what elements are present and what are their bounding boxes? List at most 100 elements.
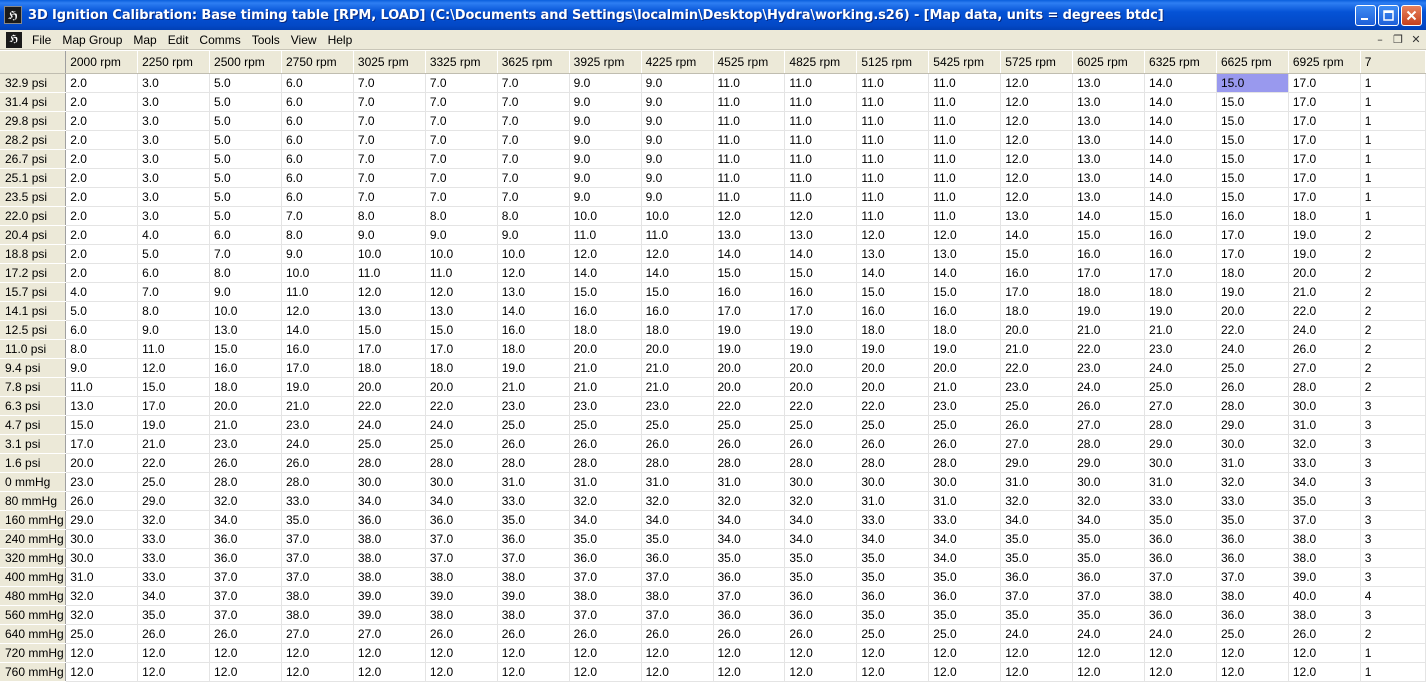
table-cell[interactable]: 22.0 bbox=[1072, 339, 1146, 359]
table-cell[interactable]: 13.0 bbox=[1072, 168, 1146, 188]
table-cell[interactable]: 11.0 bbox=[569, 225, 642, 245]
table-cell[interactable]: 3 bbox=[1360, 472, 1426, 492]
table-cell[interactable]: 19.0 bbox=[1144, 301, 1217, 321]
table-cell[interactable]: 37.0 bbox=[569, 567, 642, 587]
table-cell[interactable]: 29.0 bbox=[65, 510, 139, 530]
table-cell[interactable]: 26.0 bbox=[1216, 377, 1289, 397]
table-cell[interactable]: 7.0 bbox=[497, 130, 570, 150]
table-cell[interactable]: 19.0 bbox=[928, 339, 1002, 359]
row-header[interactable]: 560 mmHg bbox=[0, 605, 67, 625]
table-cell[interactable]: 19.0 bbox=[137, 415, 211, 435]
table-cell[interactable]: 38.0 bbox=[497, 605, 570, 625]
row-header[interactable]: 31.4 psi bbox=[0, 92, 67, 112]
column-header[interactable]: 7 bbox=[1360, 51, 1426, 74]
table-cell[interactable]: 30.0 bbox=[1216, 434, 1289, 454]
row-header[interactable]: 32.9 psi bbox=[0, 73, 67, 93]
table-cell[interactable]: 6.0 bbox=[281, 168, 354, 188]
table-cell[interactable]: 9.0 bbox=[425, 225, 498, 245]
table-cell[interactable]: 12.0 bbox=[641, 643, 714, 663]
table-cell[interactable]: 29.0 bbox=[1216, 415, 1289, 435]
table-cell[interactable]: 11.0 bbox=[928, 149, 1002, 169]
table-cell[interactable]: 28.0 bbox=[425, 453, 498, 473]
table-cell[interactable]: 34.0 bbox=[713, 529, 786, 549]
table-cell[interactable]: 12.0 bbox=[569, 244, 642, 264]
table-cell[interactable]: 11.0 bbox=[713, 168, 786, 188]
table-cell[interactable]: 1 bbox=[1360, 168, 1426, 188]
table-cell[interactable]: 13.0 bbox=[1072, 73, 1146, 93]
table-cell[interactable]: 19.0 bbox=[713, 320, 786, 340]
table-cell[interactable]: 12.0 bbox=[425, 643, 498, 663]
table-cell[interactable]: 3 bbox=[1360, 510, 1426, 530]
table-cell[interactable]: 37.0 bbox=[1216, 567, 1289, 587]
table-cell[interactable]: 21.0 bbox=[569, 377, 642, 397]
table-cell[interactable]: 32.0 bbox=[1216, 472, 1289, 492]
table-cell[interactable]: 7.0 bbox=[425, 73, 498, 93]
table-cell[interactable]: 7.0 bbox=[425, 111, 498, 131]
table-cell[interactable]: 28.0 bbox=[1288, 377, 1361, 397]
table-cell[interactable]: 19.0 bbox=[1072, 301, 1146, 321]
table-cell[interactable]: 18.0 bbox=[856, 320, 930, 340]
table-cell[interactable]: 9.0 bbox=[209, 282, 282, 302]
table-cell[interactable]: 18.0 bbox=[641, 320, 714, 340]
table-cell[interactable]: 37.0 bbox=[425, 548, 498, 568]
table-cell[interactable]: 26.0 bbox=[1000, 415, 1074, 435]
table-cell[interactable]: 37.0 bbox=[281, 567, 354, 587]
row-header[interactable]: 28.2 psi bbox=[0, 130, 67, 150]
table-cell[interactable]: 38.0 bbox=[353, 548, 426, 568]
table-cell[interactable]: 22.0 bbox=[713, 396, 786, 416]
table-cell[interactable]: 24.0 bbox=[1072, 624, 1146, 644]
table-cell[interactable]: 12.0 bbox=[1144, 662, 1217, 682]
column-header[interactable]: 3025 rpm bbox=[353, 51, 426, 74]
table-cell[interactable]: 22.0 bbox=[856, 396, 930, 416]
table-cell[interactable]: 20.0 bbox=[425, 377, 498, 397]
row-header[interactable]: 160 mmHg bbox=[0, 510, 67, 530]
table-cell[interactable]: 35.0 bbox=[784, 567, 858, 587]
table-cell[interactable]: 3.0 bbox=[137, 187, 211, 207]
table-cell[interactable]: 7.0 bbox=[425, 92, 498, 112]
table-cell[interactable]: 14.0 bbox=[713, 244, 786, 264]
table-cell[interactable]: 7.0 bbox=[497, 73, 570, 93]
table-cell[interactable]: 33.0 bbox=[137, 548, 211, 568]
row-header[interactable]: 20.4 psi bbox=[0, 225, 67, 245]
table-cell[interactable]: 30.0 bbox=[425, 472, 498, 492]
table-cell[interactable]: 24.0 bbox=[1144, 358, 1217, 378]
table-cell[interactable]: 13.0 bbox=[856, 244, 930, 264]
table-cell[interactable]: 22.0 bbox=[1288, 301, 1361, 321]
table-cell[interactable]: 12.0 bbox=[1000, 662, 1074, 682]
table-cell[interactable]: 19.0 bbox=[1288, 225, 1361, 245]
table-cell[interactable]: 21.0 bbox=[1072, 320, 1146, 340]
table-cell[interactable]: 20.0 bbox=[713, 377, 786, 397]
table-cell[interactable]: 27.0 bbox=[1072, 415, 1146, 435]
table-cell[interactable]: 34.0 bbox=[928, 548, 1002, 568]
table-cell[interactable]: 37.0 bbox=[281, 548, 354, 568]
table-cell[interactable]: 31.0 bbox=[1216, 453, 1289, 473]
table-cell[interactable]: 21.0 bbox=[1288, 282, 1361, 302]
table-cell[interactable]: 16.0 bbox=[1072, 244, 1146, 264]
row-header[interactable]: 23.5 psi bbox=[0, 187, 67, 207]
row-header[interactable]: 0 mmHg bbox=[0, 472, 67, 492]
table-cell[interactable]: 12.0 bbox=[713, 206, 786, 226]
table-cell[interactable]: 37.0 bbox=[569, 605, 642, 625]
table-cell[interactable]: 3 bbox=[1360, 567, 1426, 587]
table-cell[interactable]: 15.0 bbox=[65, 415, 139, 435]
table-cell[interactable]: 36.0 bbox=[209, 548, 282, 568]
table-cell[interactable]: 20.0 bbox=[1216, 301, 1289, 321]
table-cell[interactable]: 11.0 bbox=[928, 92, 1002, 112]
table-cell[interactable]: 17.0 bbox=[1216, 244, 1289, 264]
menu-map[interactable]: Map bbox=[129, 33, 163, 47]
table-cell[interactable]: 12.0 bbox=[137, 358, 211, 378]
table-cell[interactable]: 29.0 bbox=[1000, 453, 1074, 473]
table-cell[interactable]: 12.0 bbox=[1000, 73, 1074, 93]
table-cell[interactable]: 1 bbox=[1360, 643, 1426, 663]
table-cell[interactable]: 34.0 bbox=[928, 529, 1002, 549]
table-cell[interactable]: 3 bbox=[1360, 434, 1426, 454]
table-cell[interactable]: 16.0 bbox=[569, 301, 642, 321]
table-cell[interactable]: 12.0 bbox=[1216, 643, 1289, 663]
table-cell[interactable]: 13.0 bbox=[353, 301, 426, 321]
table-cell[interactable]: 12.0 bbox=[1000, 149, 1074, 169]
table-cell[interactable]: 7.0 bbox=[353, 168, 426, 188]
table-cell[interactable]: 5.0 bbox=[209, 111, 282, 131]
table-cell[interactable]: 31.0 bbox=[65, 567, 139, 587]
table-cell[interactable]: 6.0 bbox=[281, 187, 354, 207]
table-cell[interactable]: 36.0 bbox=[209, 529, 282, 549]
